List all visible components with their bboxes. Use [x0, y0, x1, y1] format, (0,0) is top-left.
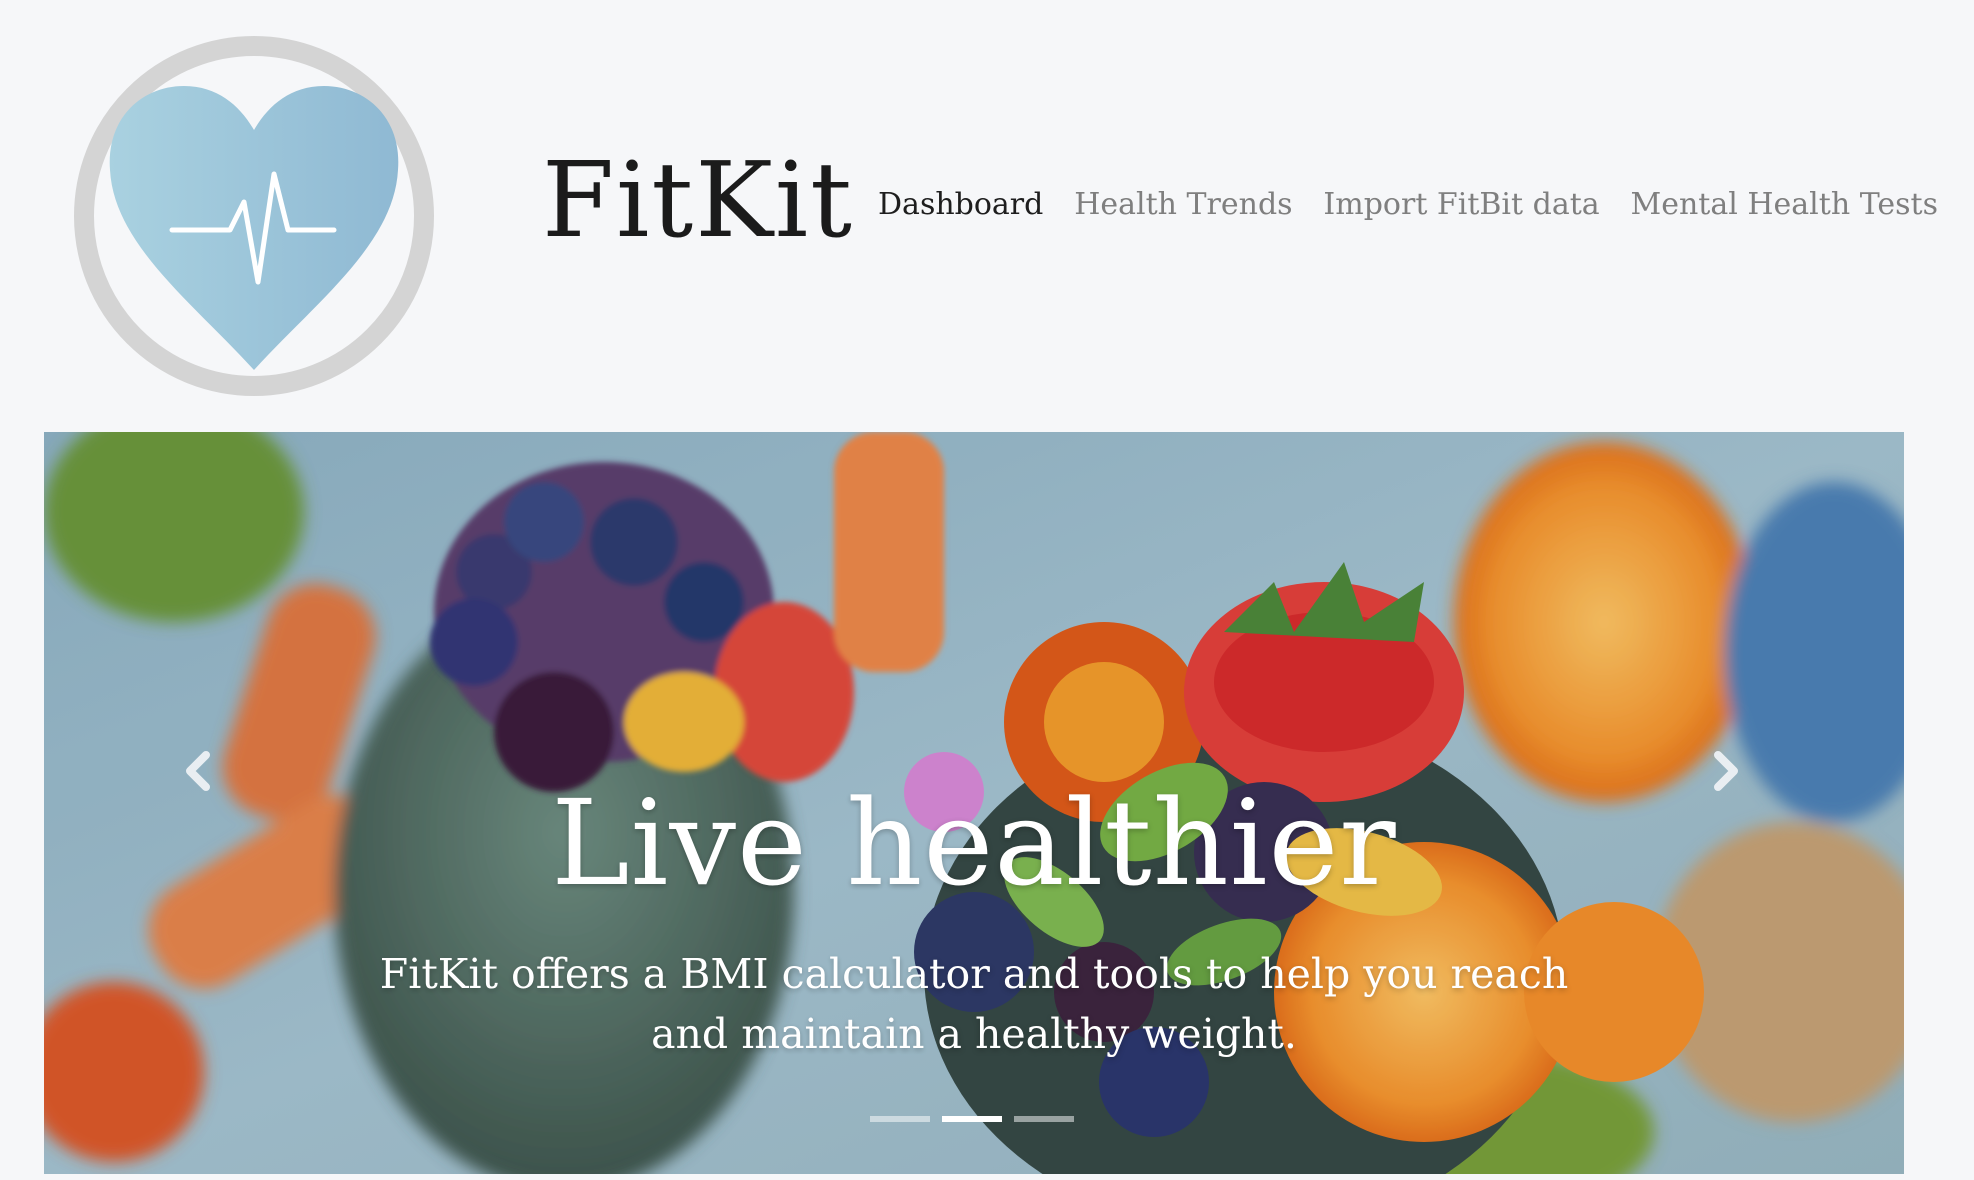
- carousel-indicator-1[interactable]: [870, 1116, 930, 1122]
- main-nav: Dashboard Health Trends Import FitBit da…: [878, 190, 1938, 220]
- carousel-indicators: [870, 1116, 1074, 1122]
- hero-carousel: Live healthier FitKit offers a BMI calcu…: [44, 432, 1904, 1174]
- slide-title: Live healthier: [551, 774, 1397, 912]
- nav-item-mental-health-tests[interactable]: Mental Health Tests: [1631, 190, 1938, 220]
- nav-item-health-trends[interactable]: Health Trends: [1074, 190, 1292, 220]
- navbar: FitKit Dashboard Health Trends Import Fi…: [0, 0, 1974, 432]
- slide-caption: FitKit offers a BMI calculator and tools…: [379, 950, 1569, 1058]
- carousel-indicator-2[interactable]: [942, 1116, 1002, 1122]
- carousel-indicator-3[interactable]: [1014, 1116, 1074, 1122]
- nav-item-import-fitbit-data[interactable]: Import FitBit data: [1323, 190, 1599, 220]
- heart-pulse-icon[interactable]: [72, 34, 436, 398]
- brand-title[interactable]: FitKit: [542, 148, 854, 252]
- nav-item-dashboard[interactable]: Dashboard: [878, 190, 1043, 220]
